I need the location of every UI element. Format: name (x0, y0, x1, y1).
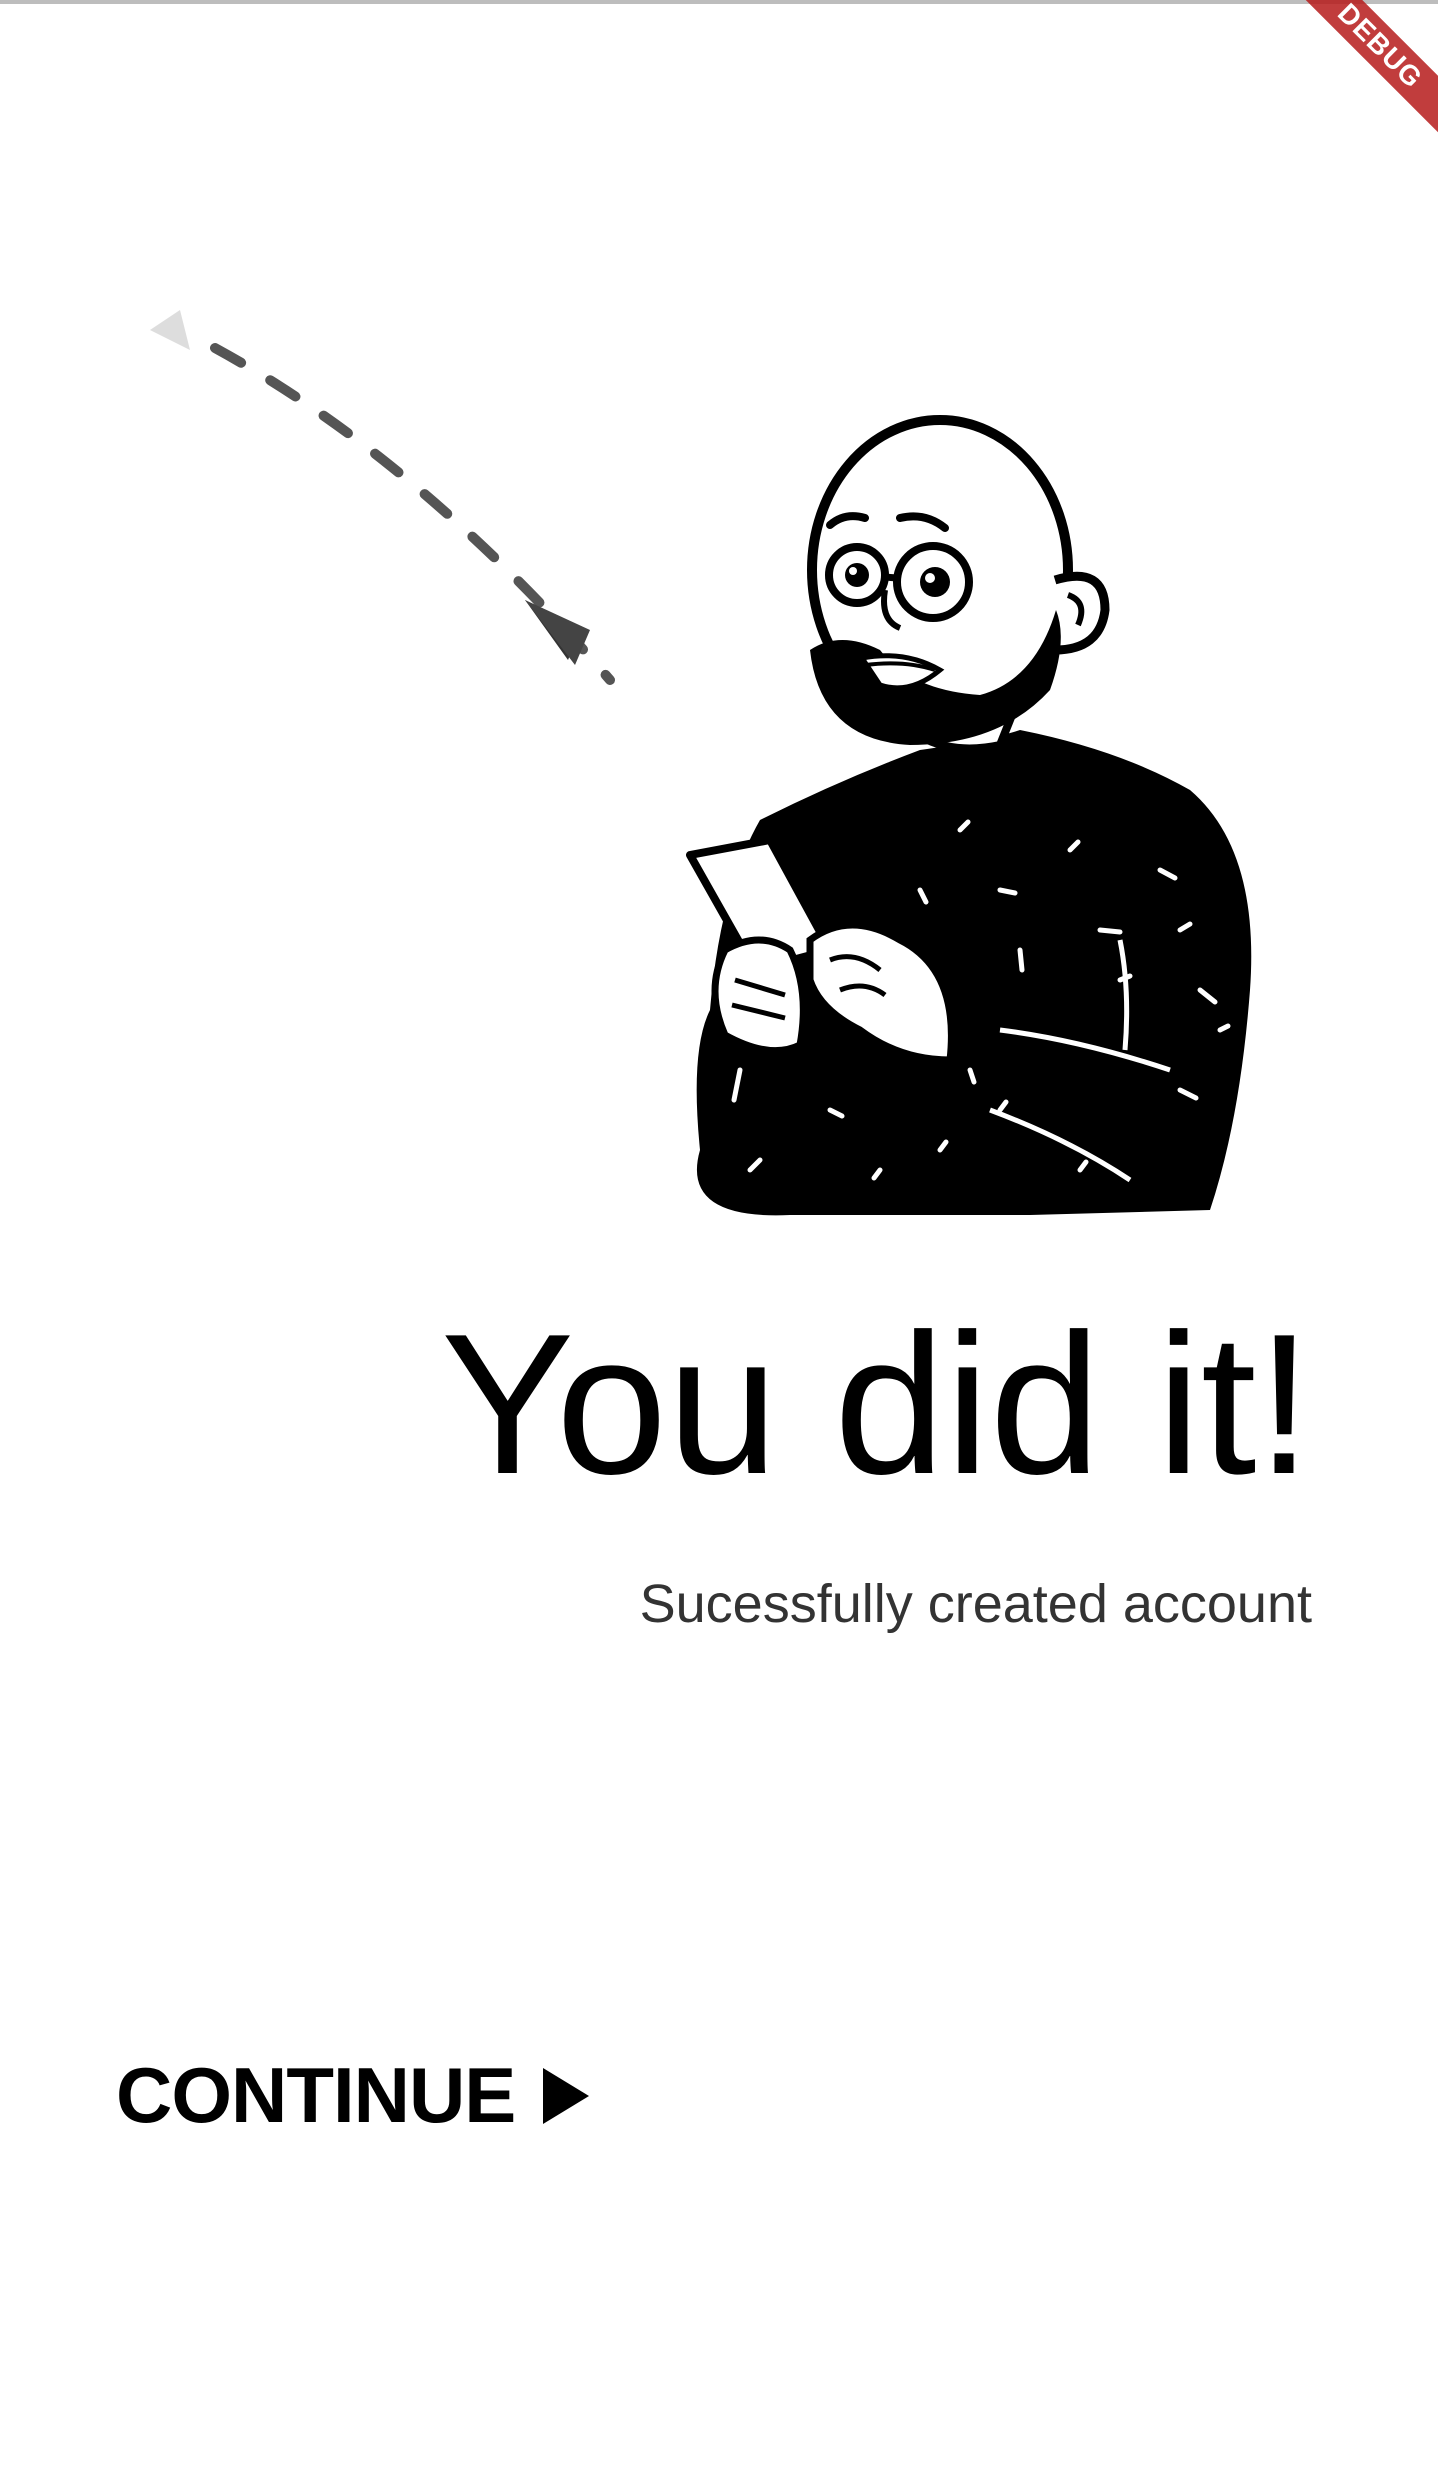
top-divider (0, 0, 1438, 4)
success-title: You did it! (440, 1293, 1312, 1516)
debug-banner-label: DEBUG (1288, 0, 1438, 138)
continue-button-label: CONTINUE (116, 2051, 516, 2139)
continue-button[interactable]: CONTINUE (116, 2050, 590, 2141)
debug-banner: DEBUG (1278, 0, 1438, 160)
person-figure (686, 415, 1252, 1216)
dashed-arrow-icon (150, 310, 615, 685)
success-illustration (120, 290, 1280, 1250)
success-subtitle: Sucessfully created account (639, 1574, 1312, 1634)
play-triangle-icon (543, 2067, 590, 2124)
